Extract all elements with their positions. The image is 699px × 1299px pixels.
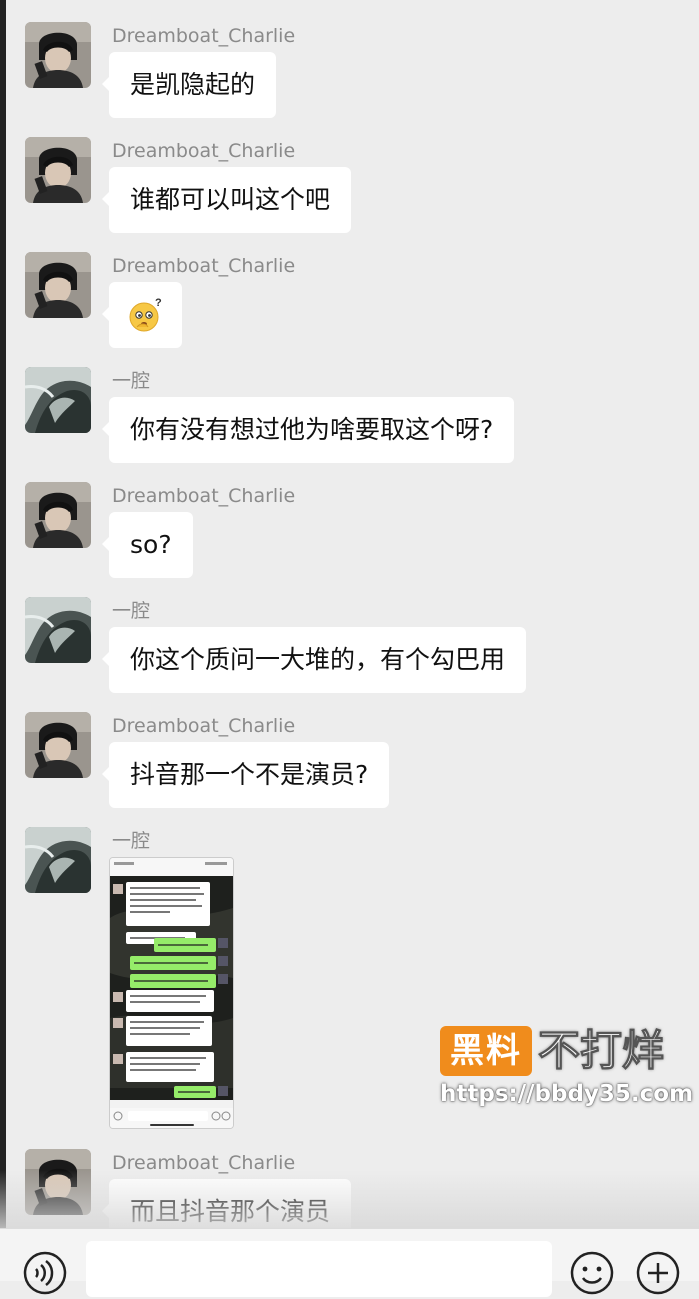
sender-name: 一腔 (112, 830, 151, 852)
sender-name: 一腔 (112, 600, 151, 622)
avatar[interactable] (25, 137, 91, 203)
avatar[interactable] (25, 1149, 91, 1215)
avatar[interactable] (25, 482, 91, 548)
message-bubble[interactable]: 你这个质问一大堆的，有个勾巴用 (101, 627, 527, 693)
thinking-question-emoji: ? (129, 297, 162, 332)
avatar[interactable] (25, 22, 91, 88)
sender-name: Dreamboat_Charlie (112, 1152, 296, 1174)
watermark-badge: 黑料 (440, 1026, 532, 1076)
sender-name: Dreamboat_Charlie (112, 715, 296, 737)
message-bubble[interactable]: so? (102, 512, 193, 578)
avatar[interactable] (25, 712, 91, 778)
avatar[interactable] (25, 252, 91, 318)
sender-name: Dreamboat_Charlie (112, 485, 296, 507)
avatar[interactable] (25, 827, 91, 893)
emoji-icon[interactable] (570, 1251, 614, 1295)
chat-screenshot-thumbnail[interactable] (109, 857, 234, 1129)
chat-message-list[interactable]: Dreamboat_Charlie 是凯隐起的 Dreamboat_Charli… (0, 0, 699, 1228)
sender-name: Dreamboat_Charlie (112, 140, 296, 162)
voice-icon[interactable] (23, 1251, 67, 1295)
message-bubble[interactable]: 而且抖音那个演员 (101, 1179, 352, 1228)
input-bar (0, 1228, 699, 1297)
message-bubble[interactable]: 是凯隐起的 (101, 52, 277, 118)
plus-icon[interactable] (636, 1251, 680, 1295)
message-input[interactable] (86, 1241, 552, 1297)
sender-name: Dreamboat_Charlie (112, 255, 296, 277)
watermark-url: https://bbdy35.com (440, 1081, 694, 1107)
avatar[interactable] (25, 367, 91, 433)
watermark-title: 不打烊 (537, 1026, 665, 1076)
sender-name: 一腔 (112, 370, 151, 392)
message-bubble[interactable]: 你有没有想过他为啥要取这个呀? (101, 397, 515, 463)
watermark: 黑料 不打烊 https://bbdy35.com (440, 1026, 695, 1110)
message-bubble[interactable]: ? (102, 282, 182, 348)
svg-text:?: ? (155, 297, 162, 309)
message-bubble[interactable]: 谁都可以叫这个吧 (101, 167, 352, 233)
message-bubble[interactable]: 抖音那一个不是演员? (101, 742, 390, 808)
avatar[interactable] (25, 597, 91, 663)
sender-name: Dreamboat_Charlie (112, 25, 296, 47)
